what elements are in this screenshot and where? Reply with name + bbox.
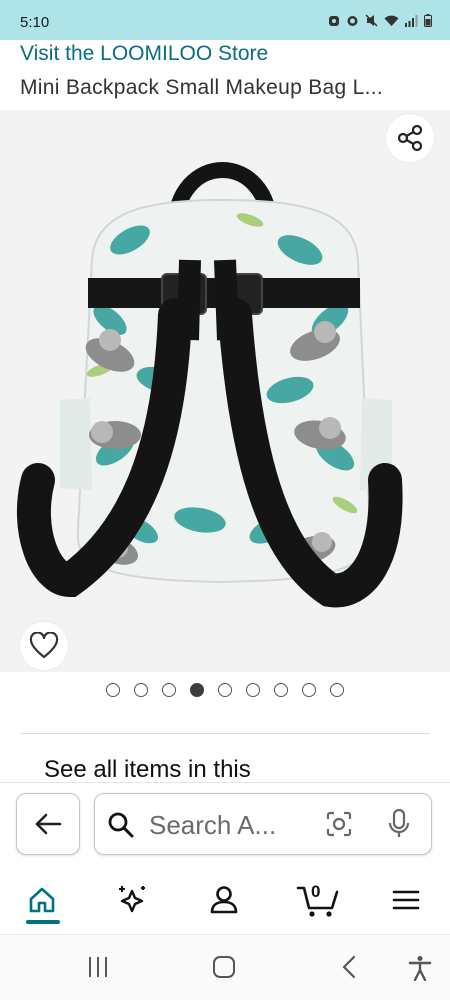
home-button-icon[interactable] bbox=[212, 955, 236, 979]
search-bar-row: Search A... bbox=[0, 782, 450, 868]
share-button[interactable] bbox=[386, 114, 434, 162]
accessibility-icon[interactable] bbox=[408, 955, 432, 981]
recent-apps-icon[interactable] bbox=[86, 955, 110, 979]
back-arrow-icon bbox=[35, 813, 62, 835]
status-icons bbox=[328, 14, 432, 27]
pagination-dot[interactable] bbox=[246, 683, 260, 697]
heart-icon bbox=[29, 632, 59, 659]
pagination-dot[interactable] bbox=[218, 683, 232, 697]
product-title: Mini Backpack Small Makeup Bag L... bbox=[20, 76, 383, 99]
wishlist-button[interactable] bbox=[20, 622, 68, 670]
home-icon bbox=[29, 887, 55, 913]
app-notification-icon bbox=[329, 15, 339, 26]
pagination-dot[interactable] bbox=[274, 683, 288, 697]
section-divider bbox=[20, 733, 430, 734]
nav-cart[interactable]: 0 bbox=[296, 880, 340, 920]
nav-menu[interactable] bbox=[386, 880, 426, 920]
pagination-dot[interactable] bbox=[190, 683, 204, 697]
signal-icon bbox=[405, 14, 418, 27]
alarm-icon bbox=[347, 16, 358, 26]
active-tab-indicator bbox=[26, 920, 60, 924]
nav-home[interactable] bbox=[22, 880, 62, 920]
system-back-icon[interactable] bbox=[340, 955, 360, 979]
microphone-icon[interactable] bbox=[387, 808, 411, 840]
back-button[interactable] bbox=[16, 793, 80, 855]
camera-lens-icon[interactable] bbox=[325, 810, 353, 838]
store-link[interactable]: Visit the LOOMILOO Store bbox=[20, 42, 268, 66]
search-icon bbox=[108, 812, 134, 838]
battery-icon bbox=[424, 14, 432, 27]
cart-count: 0 bbox=[311, 882, 321, 901]
nav-ai-assistant[interactable] bbox=[112, 880, 152, 920]
image-pagination-dots bbox=[0, 683, 450, 697]
status-bar: 5:10 bbox=[0, 0, 450, 40]
menu-icon bbox=[392, 890, 420, 910]
pagination-dot[interactable] bbox=[330, 683, 344, 697]
see-all-items-link[interactable]: See all items in this bbox=[44, 756, 251, 784]
pagination-dot[interactable] bbox=[162, 683, 176, 697]
product-image-gallery[interactable] bbox=[0, 110, 450, 672]
status-time: 5:10 bbox=[20, 14, 50, 31]
mute-icon bbox=[365, 14, 378, 27]
ai-sparkle-icon bbox=[119, 886, 145, 913]
bottom-navigation: 0 bbox=[0, 868, 450, 934]
nav-account[interactable] bbox=[204, 880, 244, 920]
product-image bbox=[17, 162, 403, 608]
system-navigation-bar bbox=[0, 934, 450, 1000]
search-input[interactable]: Search A... bbox=[94, 793, 432, 855]
pagination-dot[interactable] bbox=[106, 683, 120, 697]
wifi-icon bbox=[384, 15, 399, 26]
search-placeholder: Search A... bbox=[149, 810, 277, 840]
account-icon bbox=[210, 886, 238, 914]
share-icon bbox=[397, 124, 423, 152]
pagination-dot[interactable] bbox=[302, 683, 316, 697]
pagination-dot[interactable] bbox=[134, 683, 148, 697]
